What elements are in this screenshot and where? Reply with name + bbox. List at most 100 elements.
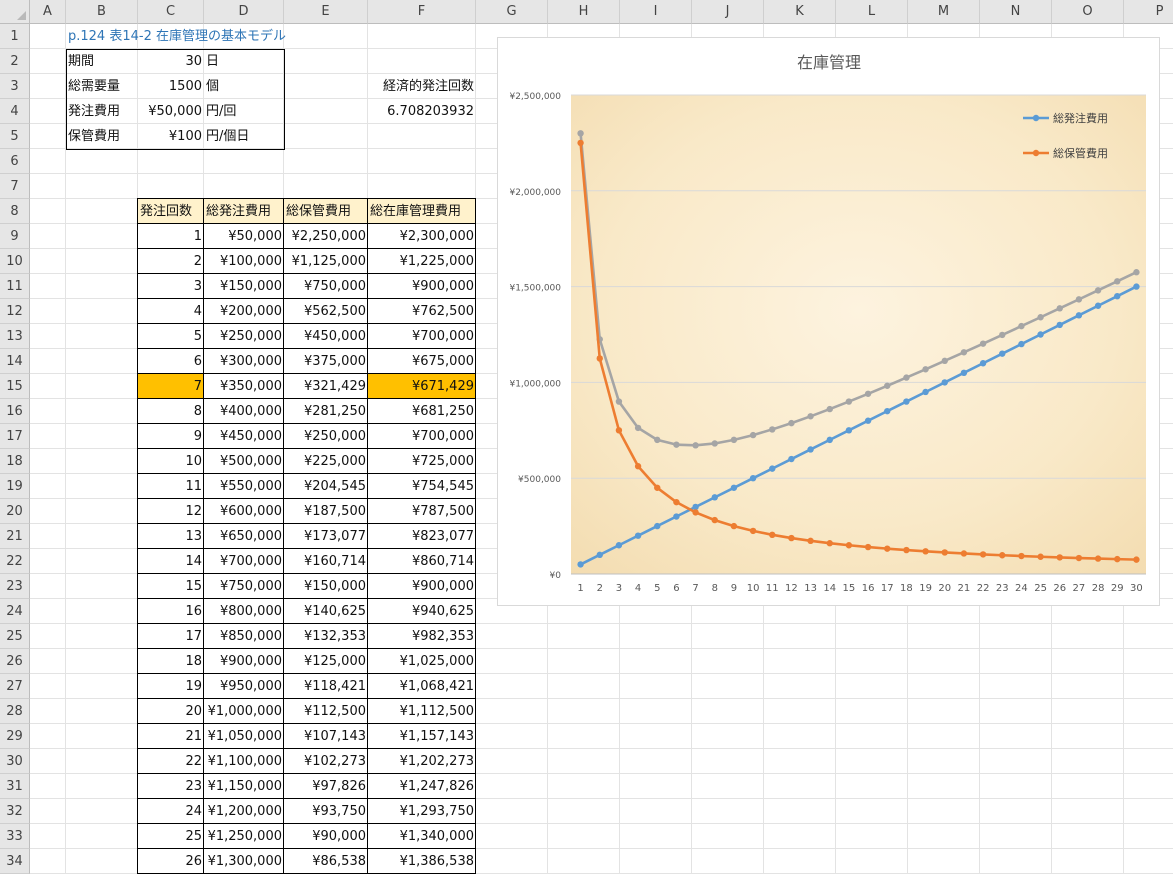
table-cell[interactable]: ¥450,000	[204, 424, 284, 449]
row-header-15[interactable]: 15	[0, 374, 30, 399]
table-cell[interactable]: ¥93,750	[284, 799, 368, 824]
table-cell[interactable]: ¥225,000	[284, 449, 368, 474]
table-cell[interactable]: ¥850,000	[204, 624, 284, 649]
table-cell[interactable]: 16	[138, 599, 204, 624]
table-cell[interactable]: 25	[138, 824, 204, 849]
table-cell[interactable]: ¥250,000	[204, 324, 284, 349]
row-header-1[interactable]: 1	[0, 24, 30, 49]
table-cell[interactable]: ¥140,625	[284, 599, 368, 624]
table-cell[interactable]: ¥90,000	[284, 824, 368, 849]
column-header-O[interactable]: O	[1052, 0, 1124, 24]
column-header-M[interactable]: M	[908, 0, 980, 24]
table-cell[interactable]: ¥860,714	[368, 549, 476, 574]
table-cell[interactable]: ¥118,421	[284, 674, 368, 699]
table-cell[interactable]: ¥200,000	[204, 299, 284, 324]
table-cell[interactable]: ¥900,000	[368, 274, 476, 299]
table-cell[interactable]: ¥950,000	[204, 674, 284, 699]
row-header-11[interactable]: 11	[0, 274, 30, 299]
table-cell[interactable]: ¥675,000	[368, 349, 476, 374]
row-header-2[interactable]: 2	[0, 49, 30, 74]
row-header-16[interactable]: 16	[0, 399, 30, 424]
row-header-3[interactable]: 3	[0, 74, 30, 99]
table-cell[interactable]: ¥787,500	[368, 499, 476, 524]
table-cell[interactable]: 26	[138, 849, 204, 874]
row-header-24[interactable]: 24	[0, 599, 30, 624]
table-cell[interactable]: 3	[138, 274, 204, 299]
column-header-E[interactable]: E	[284, 0, 368, 24]
table-cell[interactable]: 5	[138, 324, 204, 349]
table-cell[interactable]: 2	[138, 249, 204, 274]
table-cell[interactable]: 13	[138, 524, 204, 549]
row-header-22[interactable]: 22	[0, 549, 30, 574]
table-cell[interactable]: 6	[138, 349, 204, 374]
table-cell[interactable]: ¥1,150,000	[204, 774, 284, 799]
table-cell[interactable]: ¥671,429	[368, 374, 476, 399]
row-header-17[interactable]: 17	[0, 424, 30, 449]
column-header-P[interactable]: P	[1124, 0, 1173, 24]
row-header-18[interactable]: 18	[0, 449, 30, 474]
table-cell[interactable]: ¥400,000	[204, 399, 284, 424]
table-cell[interactable]: ¥1,112,500	[368, 699, 476, 724]
table-cell[interactable]: ¥102,273	[284, 749, 368, 774]
table-cell[interactable]: ¥1,202,273	[368, 749, 476, 774]
table-cell[interactable]: ¥321,429	[284, 374, 368, 399]
table-header[interactable]: 総保管費用	[284, 199, 368, 224]
row-header-29[interactable]: 29	[0, 724, 30, 749]
select-all-corner[interactable]	[0, 0, 30, 24]
table-cell[interactable]: ¥160,714	[284, 549, 368, 574]
table-cell[interactable]: ¥375,000	[284, 349, 368, 374]
column-header-C[interactable]: C	[138, 0, 204, 24]
row-header-31[interactable]: 31	[0, 774, 30, 799]
column-header-H[interactable]: H	[548, 0, 620, 24]
table-cell[interactable]: ¥1,050,000	[204, 724, 284, 749]
table-cell[interactable]: 4	[138, 299, 204, 324]
table-cell[interactable]: 21	[138, 724, 204, 749]
table-cell[interactable]: ¥1,293,750	[368, 799, 476, 824]
table-cell[interactable]: ¥86,538	[284, 849, 368, 874]
table-cell[interactable]: ¥173,077	[284, 524, 368, 549]
row-header-21[interactable]: 21	[0, 524, 30, 549]
table-cell[interactable]: ¥562,500	[284, 299, 368, 324]
column-header-J[interactable]: J	[692, 0, 764, 24]
column-header-L[interactable]: L	[836, 0, 908, 24]
table-cell[interactable]: ¥1,340,000	[368, 824, 476, 849]
row-header-32[interactable]: 32	[0, 799, 30, 824]
table-cell[interactable]: ¥1,225,000	[368, 249, 476, 274]
row-header-4[interactable]: 4	[0, 99, 30, 124]
table-cell[interactable]: ¥700,000	[368, 324, 476, 349]
table-cell[interactable]: 23	[138, 774, 204, 799]
row-header-13[interactable]: 13	[0, 324, 30, 349]
table-cell[interactable]: ¥940,625	[368, 599, 476, 624]
row-header-8[interactable]: 8	[0, 199, 30, 224]
table-cell[interactable]: ¥281,250	[284, 399, 368, 424]
table-cell[interactable]: 15	[138, 574, 204, 599]
column-header-I[interactable]: I	[620, 0, 692, 24]
table-cell[interactable]: ¥350,000	[204, 374, 284, 399]
table-cell[interactable]: ¥900,000	[368, 574, 476, 599]
table-cell[interactable]: ¥700,000	[204, 549, 284, 574]
table-cell[interactable]: ¥1,100,000	[204, 749, 284, 774]
table-cell[interactable]: ¥1,157,143	[368, 724, 476, 749]
title-cell[interactable]: p.124 表14-2 在庫管理の基本モデル	[66, 24, 366, 49]
row-header-26[interactable]: 26	[0, 649, 30, 674]
table-cell[interactable]: ¥450,000	[284, 324, 368, 349]
row-header-30[interactable]: 30	[0, 749, 30, 774]
table-cell[interactable]: ¥1,025,000	[368, 649, 476, 674]
eoq-label[interactable]: 経済的発注回数	[368, 74, 476, 99]
eoq-value[interactable]: 6.708203932	[368, 99, 476, 124]
table-cell[interactable]: ¥762,500	[368, 299, 476, 324]
table-cell[interactable]: ¥725,000	[368, 449, 476, 474]
table-cell[interactable]: 19	[138, 674, 204, 699]
table-cell[interactable]: ¥600,000	[204, 499, 284, 524]
table-cell[interactable]: ¥823,077	[368, 524, 476, 549]
table-cell[interactable]: 22	[138, 749, 204, 774]
row-header-9[interactable]: 9	[0, 224, 30, 249]
row-header-34[interactable]: 34	[0, 849, 30, 874]
table-cell[interactable]: ¥187,500	[284, 499, 368, 524]
table-cell[interactable]: ¥650,000	[204, 524, 284, 549]
table-cell[interactable]: ¥204,545	[284, 474, 368, 499]
table-cell[interactable]: ¥500,000	[204, 449, 284, 474]
table-cell[interactable]: ¥132,353	[284, 624, 368, 649]
table-cell[interactable]: ¥900,000	[204, 649, 284, 674]
table-cell[interactable]: 7	[138, 374, 204, 399]
